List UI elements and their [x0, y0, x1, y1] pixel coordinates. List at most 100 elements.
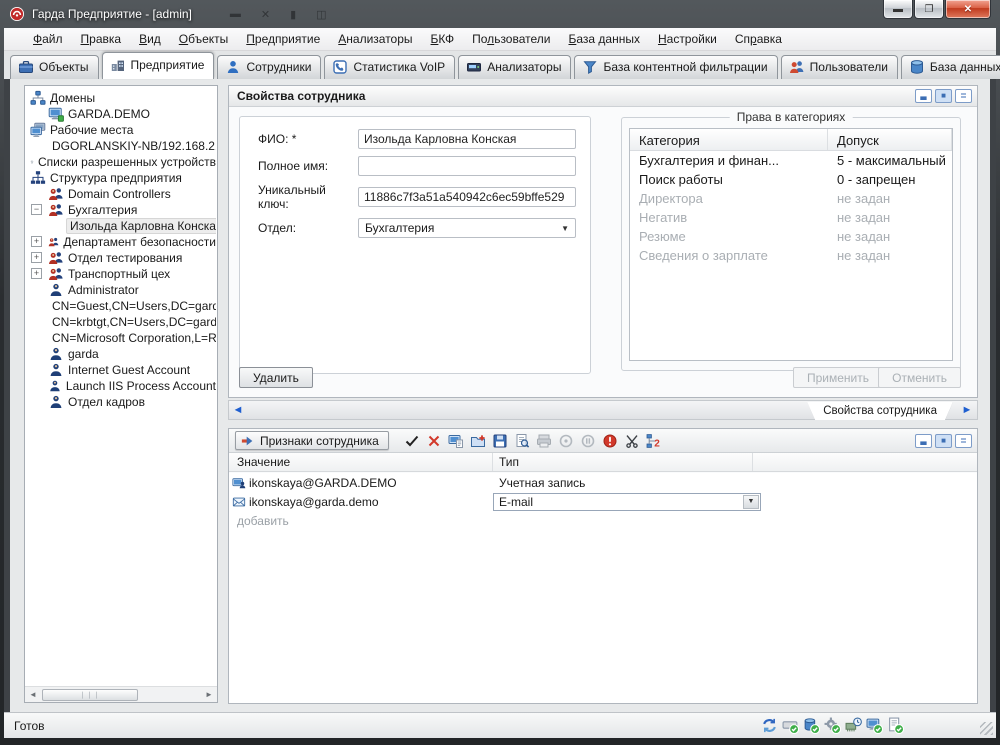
- expand-icon[interactable]: +: [31, 236, 42, 247]
- fullname-input[interactable]: [358, 156, 576, 176]
- service-ok-icon[interactable]: [824, 717, 841, 734]
- important-icon[interactable]: [601, 432, 619, 450]
- tab-users[interactable]: Пользователи: [781, 55, 898, 79]
- tree-item-garda[interactable]: garda: [25, 346, 216, 362]
- menu-bkf[interactable]: БКФ: [422, 29, 464, 49]
- tree-item-domain-controllers[interactable]: Domain Controllers: [25, 186, 216, 202]
- sync-icon[interactable]: [761, 717, 778, 734]
- panel-split-button[interactable]: ≣: [955, 89, 972, 103]
- column-value[interactable]: Значение: [229, 453, 493, 471]
- tree-item-internet-guest[interactable]: Internet Guest Account: [25, 362, 216, 378]
- menu-enterprise[interactable]: Предприятие: [237, 29, 329, 49]
- menu-file[interactable]: Файл: [24, 29, 72, 49]
- menu-database[interactable]: База данных: [559, 29, 648, 49]
- menu-users[interactable]: Пользователи: [463, 29, 559, 49]
- attribute-row[interactable]: ikonskaya@GARDA.DEMO Учетная запись: [229, 473, 977, 492]
- prev-tab-arrow-icon[interactable]: ◄: [229, 404, 247, 416]
- tab-objects[interactable]: Объекты: [10, 55, 99, 79]
- tree-item-testing-dept[interactable]: +Отдел тестирования: [25, 250, 216, 266]
- tree-item-selected-employee[interactable]: Изольда Карловна Конская: [25, 218, 216, 234]
- tree-item-microsoft[interactable]: CN=Microsoft Corporation,L=Red: [25, 330, 216, 346]
- tree-item-transport-dept[interactable]: +Транспортный цех: [25, 266, 216, 282]
- host-ok-icon[interactable]: [866, 717, 883, 734]
- print-icon[interactable]: [535, 432, 553, 450]
- tree-item-accounting[interactable]: −Бухгалтерия: [25, 202, 216, 218]
- scroll-right-arrow-icon[interactable]: ►: [201, 690, 217, 699]
- tree-item-workstation[interactable]: DGORLANSKIY-NB/192.168.21.1: [25, 138, 216, 154]
- attachment-icon[interactable]: [557, 432, 575, 450]
- unique-key-input[interactable]: [358, 187, 576, 207]
- tab-employee-properties[interactable]: Свойства сотрудника: [807, 402, 953, 420]
- document-ok-icon[interactable]: [887, 717, 904, 734]
- attributes-toggle-button[interactable]: Признаки сотрудника: [235, 431, 389, 450]
- tree-item-security-dept[interactable]: +Департамент безопасности: [25, 234, 216, 250]
- department-combobox[interactable]: Бухгалтерия ▼: [358, 218, 576, 238]
- expand-icon[interactable]: +: [31, 252, 42, 263]
- panel-minimize-button[interactable]: ▃: [915, 434, 932, 448]
- apply-button[interactable]: Применить: [793, 367, 883, 388]
- export-report-icon[interactable]: [447, 432, 465, 450]
- preview-search-icon[interactable]: [513, 432, 531, 450]
- column-category[interactable]: Категория: [630, 129, 828, 150]
- database-ok-icon[interactable]: [803, 717, 820, 734]
- delete-x-icon[interactable]: [425, 432, 443, 450]
- column-type[interactable]: Тип: [493, 453, 753, 471]
- fio-input[interactable]: [358, 129, 576, 149]
- tab-content-filter[interactable]: База контентной фильтрации: [574, 55, 777, 79]
- tree-item-krbtgt[interactable]: CN=krbtgt,CN=Users,DC=garda,D: [25, 314, 216, 330]
- tree-item-iis-account[interactable]: Launch IIS Process Account: [25, 378, 216, 394]
- close-button[interactable]: ✕: [945, 0, 991, 19]
- tree-item-workplaces[interactable]: Рабочие места: [25, 122, 216, 138]
- table-row[interactable]: Директоране задан: [630, 189, 952, 208]
- table-row[interactable]: Сведения о зарплатене задан: [630, 246, 952, 265]
- tree-item-hr-dept[interactable]: Отдел кадров: [25, 394, 216, 410]
- table-row[interactable]: Негативне задан: [630, 208, 952, 227]
- attribute-type-combobox[interactable]: E-mail ▼: [493, 493, 761, 511]
- tab-employees[interactable]: Сотрудники: [217, 55, 321, 79]
- menu-view[interactable]: Вид: [130, 29, 170, 49]
- next-tab-arrow-icon[interactable]: ►: [958, 404, 976, 416]
- collapse-icon[interactable]: −: [31, 204, 42, 215]
- tree-item-administrator[interactable]: Administrator: [25, 282, 216, 298]
- menu-help[interactable]: Справка: [726, 29, 791, 49]
- table-row[interactable]: Резюмене задан: [630, 227, 952, 246]
- column-access[interactable]: Допуск: [828, 129, 952, 150]
- tree-horizontal-scrollbar[interactable]: ◄ ❘❘❘ ►: [25, 686, 217, 702]
- tab-analyzers[interactable]: Анализаторы: [458, 55, 571, 79]
- panel-maximize-button[interactable]: ■: [935, 89, 952, 103]
- tree-item-guest[interactable]: CN=Guest,CN=Users,DC=garda,D: [25, 298, 216, 314]
- expand-icon[interactable]: +: [31, 268, 42, 279]
- scrollbar-thumb[interactable]: ❘❘❘: [42, 689, 138, 701]
- tree-item-device-lists[interactable]: Списки разрешенных устройств: [25, 154, 216, 170]
- tree-item-domains[interactable]: Домены: [25, 90, 216, 106]
- tab-database[interactable]: База данных: [901, 55, 1000, 79]
- tab-enterprise[interactable]: Предприятие: [102, 52, 215, 79]
- apply-check-icon[interactable]: [403, 432, 421, 450]
- cut-icon[interactable]: [623, 432, 641, 450]
- minimize-button[interactable]: ▬: [883, 0, 913, 19]
- save-icon[interactable]: [491, 432, 509, 450]
- cancel-button[interactable]: Отменить: [878, 367, 961, 388]
- resize-grip[interactable]: [980, 722, 993, 735]
- menu-settings[interactable]: Настройки: [649, 29, 726, 49]
- menu-objects[interactable]: Объекты: [170, 29, 238, 49]
- delete-button[interactable]: Удалить: [239, 367, 313, 388]
- tab-voip-stats[interactable]: Статистика VoIP: [324, 55, 455, 79]
- pause-icon[interactable]: [579, 432, 597, 450]
- sort-network-icon[interactable]: [645, 432, 663, 450]
- maximize-button[interactable]: ❐: [914, 0, 944, 19]
- folder-add-icon[interactable]: [469, 432, 487, 450]
- panel-maximize-button[interactable]: ■: [935, 434, 952, 448]
- menu-analyzers[interactable]: Анализаторы: [329, 29, 421, 49]
- storage-ok-icon[interactable]: [782, 717, 799, 734]
- panel-minimize-button[interactable]: ▃: [915, 89, 932, 103]
- table-row[interactable]: Поиск работы0 - запрещен: [630, 170, 952, 189]
- tree-item-domain[interactable]: GARDA.DEMO: [25, 106, 216, 122]
- menu-edit[interactable]: Правка: [72, 29, 131, 49]
- attribute-row[interactable]: ikonskaya@garda.demo E-mail ▼: [229, 492, 977, 511]
- panel-split-button[interactable]: ≣: [955, 434, 972, 448]
- table-row[interactable]: Бухгалтерия и финан...5 - максимальный: [630, 151, 952, 170]
- add-attribute-row[interactable]: добавить: [229, 511, 977, 530]
- tree-item-org-structure[interactable]: Структура предприятия: [25, 170, 216, 186]
- adapter-clock-icon[interactable]: [845, 717, 862, 734]
